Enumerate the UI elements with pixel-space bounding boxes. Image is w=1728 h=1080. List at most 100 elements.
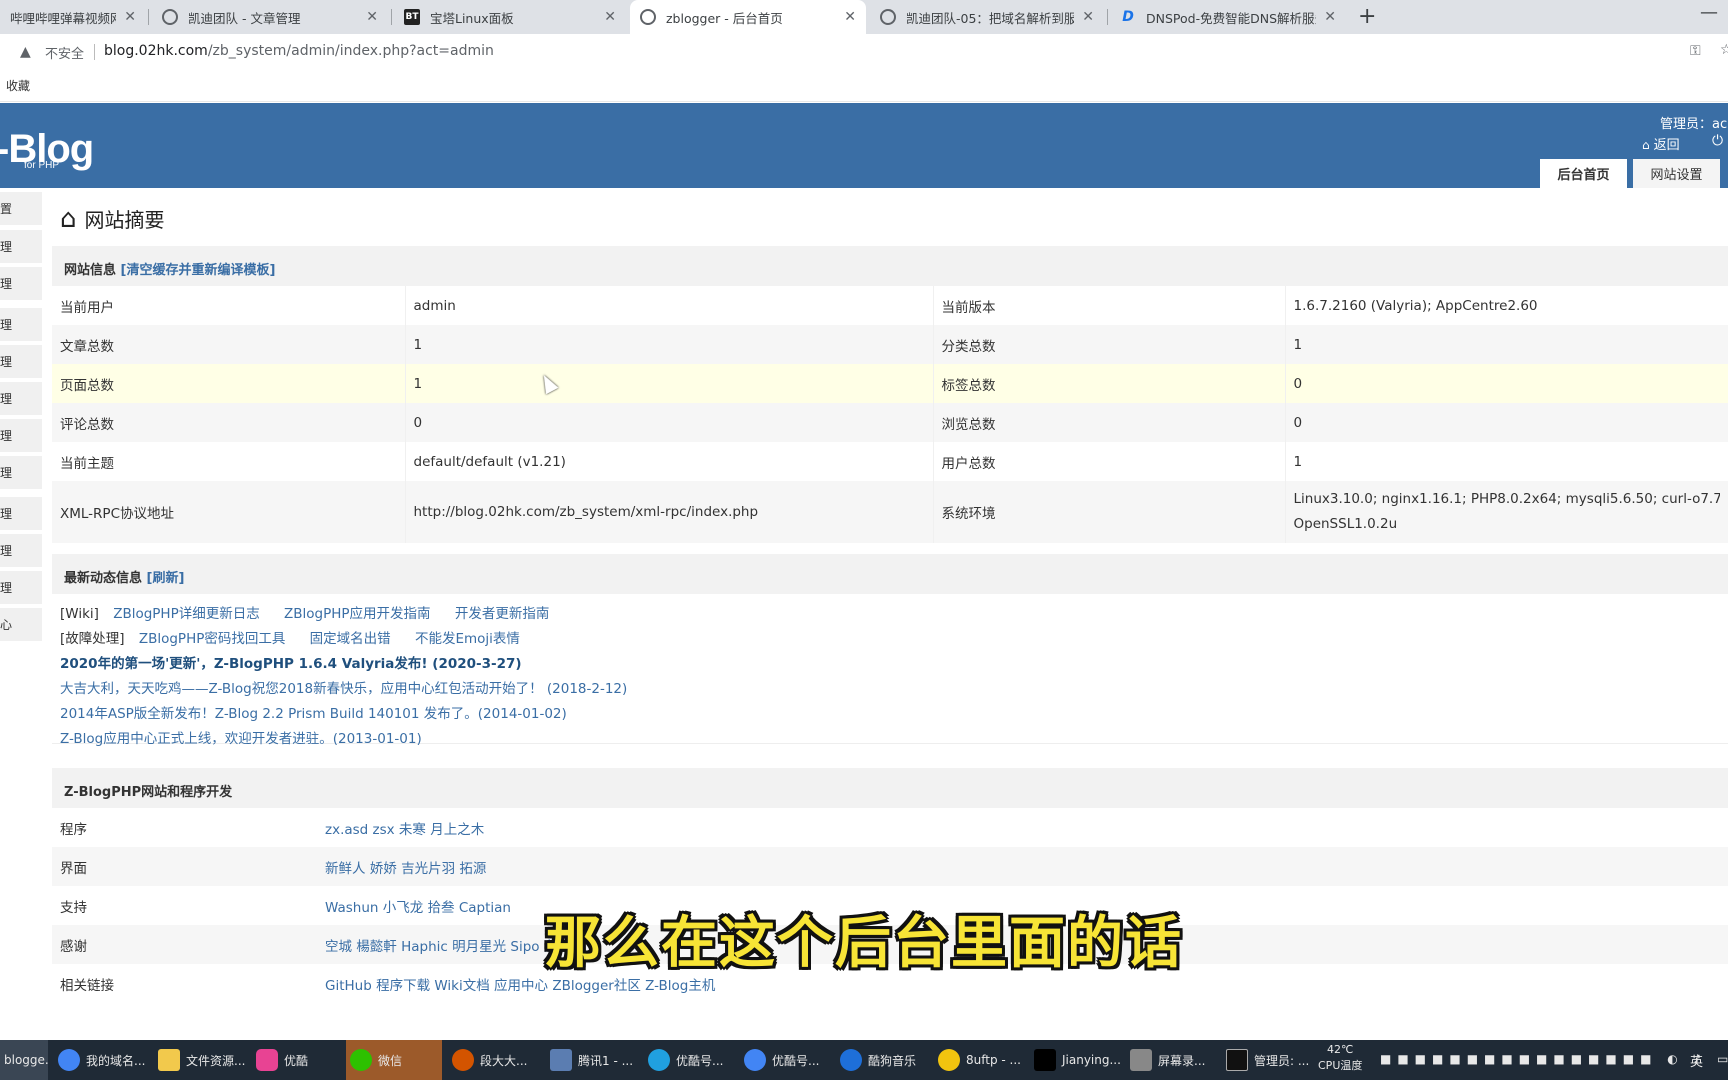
info-value: 1.6.7.2160 (Valyria); AppCentre2.60 xyxy=(1285,286,1728,325)
back-link[interactable]: ⌂ 返回 xyxy=(1642,134,1680,153)
logout-icon[interactable]: ⏻ xyxy=(1712,133,1723,149)
info-key: 当前用户 xyxy=(52,286,406,325)
table-row: 程序 zx.asd zsx 未寒 月上之木 xyxy=(52,808,1728,847)
sidebar-item[interactable]: 理 xyxy=(0,456,42,489)
globe-icon xyxy=(640,9,656,25)
browser-tab[interactable]: 凯迪团队-05：把域名解析到服务 ✕ xyxy=(870,0,1104,34)
news-link[interactable]: 不能发Emoji表情 xyxy=(415,631,520,647)
tab-label: 哔哩哔哩弹幕视频网 xyxy=(10,10,117,26)
system-env-line: OpenSSL1.0.2u xyxy=(1293,516,1398,532)
youku-account-icon xyxy=(648,1049,670,1071)
taskbar-item[interactable]: 优酷号... xyxy=(644,1040,740,1080)
taskbar-item[interactable]: 段大大... xyxy=(448,1040,544,1080)
close-icon[interactable]: ✕ xyxy=(124,9,136,25)
close-icon[interactable]: ✕ xyxy=(1324,9,1336,25)
taskbar-item[interactable]: blogge... xyxy=(0,1040,48,1080)
wiki-prefix: [Wiki] xyxy=(60,606,99,622)
star-icon[interactable]: ☆ xyxy=(1720,42,1728,58)
app-icon xyxy=(452,1049,474,1071)
sidebar-item[interactable]: 理 xyxy=(0,571,42,604)
browser-tab[interactable]: 凯迪团队 - 文章管理 ✕ xyxy=(152,0,388,34)
taskbar-label: 屏幕录... xyxy=(1158,1053,1206,1068)
taskbar-item[interactable]: 文件资源... xyxy=(154,1040,250,1080)
taskbar-item[interactable]: 酷狗音乐 xyxy=(836,1040,932,1080)
new-tab-button[interactable]: + xyxy=(1358,4,1376,29)
taskbar-item[interactable]: 管理员: ... xyxy=(1222,1040,1316,1080)
minimize-icon[interactable]: — xyxy=(1700,2,1718,23)
page-title: ⌂ 网站摘要 xyxy=(60,204,165,233)
info-key: 系统环境 xyxy=(933,481,1286,543)
sidebar-item[interactable]: 心 xyxy=(0,608,42,641)
key-icon[interactable]: ⚿ xyxy=(1690,43,1701,59)
dev-value[interactable]: zx.asd zsx 未寒 月上之木 xyxy=(317,808,1728,847)
xml-rpc-url: http://blog.02hk.com/zb_system/xml-rpc/i… xyxy=(405,481,934,543)
news-item[interactable]: Z-Blog应用中心正式上线，欢迎开发者进驻。(2013-01-01) xyxy=(60,727,1728,752)
news-link[interactable]: 固定域名出错 xyxy=(310,631,391,647)
divider xyxy=(94,44,95,60)
taskbar-item[interactable]: 腾讯1 - ... xyxy=(546,1040,642,1080)
taskbar-label: 文件资源... xyxy=(186,1053,246,1068)
taskbar-item[interactable]: 优酷号... xyxy=(740,1040,836,1080)
sidebar-item[interactable]: 理 xyxy=(0,230,42,263)
news-link[interactable]: ZBlogPHP密码找回工具 xyxy=(139,631,286,647)
taskbar-item[interactable]: 屏幕录... xyxy=(1126,1040,1222,1080)
url-field[interactable]: blog.02hk.com/zb_system/admin/index.php?… xyxy=(104,43,494,59)
warning-icon[interactable]: ▲ xyxy=(20,44,31,60)
trouble-prefix: [故障处理] xyxy=(60,631,125,647)
tab-site-settings[interactable]: 网站设置 xyxy=(1633,159,1720,188)
browser-tab[interactable]: BT 宝塔Linux面板 ✕ xyxy=(394,0,626,34)
news-list: [Wiki] ZBlogPHP详细更新日志 ZBlogPHP应用开发指南 开发者… xyxy=(52,594,1728,747)
chrome-icon xyxy=(58,1049,80,1071)
taskbar-label: 酷狗音乐 xyxy=(868,1053,917,1068)
table-row: 当前主题 default/default (v1.21) 用户总数 1 xyxy=(52,442,1728,481)
sidebar-item[interactable]: 理 xyxy=(0,419,42,452)
browser-tab-active[interactable]: zblogger - 后台首页 ✕ xyxy=(630,0,866,34)
info-key: XML-RPC协议地址 xyxy=(52,481,406,543)
close-icon[interactable]: ✕ xyxy=(604,9,616,25)
refresh-link[interactable]: [刷新] xyxy=(147,571,185,586)
sidebar-item[interactable]: 理 xyxy=(0,382,42,415)
bookmark-folder[interactable]: 收藏 xyxy=(6,77,30,94)
url-path: /zb_system/admin/index.php?act=admin xyxy=(207,43,494,59)
taskbar-item[interactable]: Jianying... xyxy=(1030,1040,1126,1080)
taskbar-label: 腾讯1 - ... xyxy=(578,1053,634,1068)
news-link[interactable]: ZBlogPHP应用开发指南 xyxy=(284,606,431,622)
zblog-logo-sub: for PHP xyxy=(24,160,60,171)
info-key: 标签总数 xyxy=(933,364,1286,403)
taskbar-item[interactable]: 优酷 xyxy=(252,1040,344,1080)
system-env-value: Linux3.10.0; nginx1.16.1; PHP8.0.2x64; m… xyxy=(1285,481,1728,543)
table-row: 评论总数 0 浏览总数 0 xyxy=(52,403,1728,442)
news-item[interactable]: 2020年的第一场'更新'，Z-BlogPHP 1.6.4 Valyria发布!… xyxy=(60,652,1728,677)
close-icon[interactable]: ✕ xyxy=(844,9,856,25)
browser-tab[interactable]: 哔哩哔哩弹幕视频网 ✕ xyxy=(0,0,146,34)
clear-cache-link[interactable]: [清空缓存并重新编译模板] xyxy=(121,263,276,278)
dev-value[interactable]: 新鲜人 娇娇 吉光片羽 拓源 xyxy=(317,847,1728,886)
screen-record-icon xyxy=(1130,1049,1152,1071)
taskbar-label: 段大大... xyxy=(480,1053,528,1068)
globe-icon xyxy=(880,9,896,25)
sidebar-item[interactable]: 置 xyxy=(0,192,42,225)
sidebar-item[interactable]: 理 xyxy=(0,534,42,567)
panel-heading: Z-BlogPHP网站和程序开发 xyxy=(52,768,1728,808)
browser-tab[interactable]: D DNSPod-免费智能DNS解析服务 ✕ xyxy=(1110,0,1346,34)
taskbar-item[interactable]: 我的域名... xyxy=(54,1040,150,1080)
news-item[interactable]: 大吉大利，天天吃鸡——Z-Blog祝您2018新春快乐，应用中心红包活动开始了！… xyxy=(60,677,1728,702)
sidebar-item[interactable]: 理 xyxy=(0,308,42,341)
kugou-icon xyxy=(840,1049,862,1071)
news-link[interactable]: 开发者更新指南 xyxy=(455,606,550,622)
ime-indicator[interactable]: 英 xyxy=(1690,1051,1703,1070)
taskbar-item[interactable]: 8uftp - ... xyxy=(934,1040,1030,1080)
tab-dashboard[interactable]: 后台首页 xyxy=(1540,159,1627,188)
insecure-label[interactable]: 不安全 xyxy=(45,43,84,62)
taskbar-item[interactable]: 微信 xyxy=(346,1040,442,1080)
news-item[interactable]: 2014年ASP版全新发布！Z-Blog 2.2 Prism Build 140… xyxy=(60,702,1728,727)
close-icon[interactable]: ✕ xyxy=(366,9,378,25)
ftp-icon xyxy=(938,1049,960,1071)
system-tray-icons[interactable]: ■■■■■■■■■■■■■■■■ ◐ ♪ ▭ xyxy=(1380,1052,1728,1066)
table-row: XML-RPC协议地址 http://blog.02hk.com/zb_syst… xyxy=(52,481,1728,543)
sidebar-item[interactable]: 理 xyxy=(0,267,42,300)
sidebar-item[interactable]: 理 xyxy=(0,497,42,530)
news-link[interactable]: ZBlogPHP详细更新日志 xyxy=(113,606,260,622)
close-icon[interactable]: ✕ xyxy=(1082,9,1094,25)
sidebar-item[interactable]: 理 xyxy=(0,345,42,378)
